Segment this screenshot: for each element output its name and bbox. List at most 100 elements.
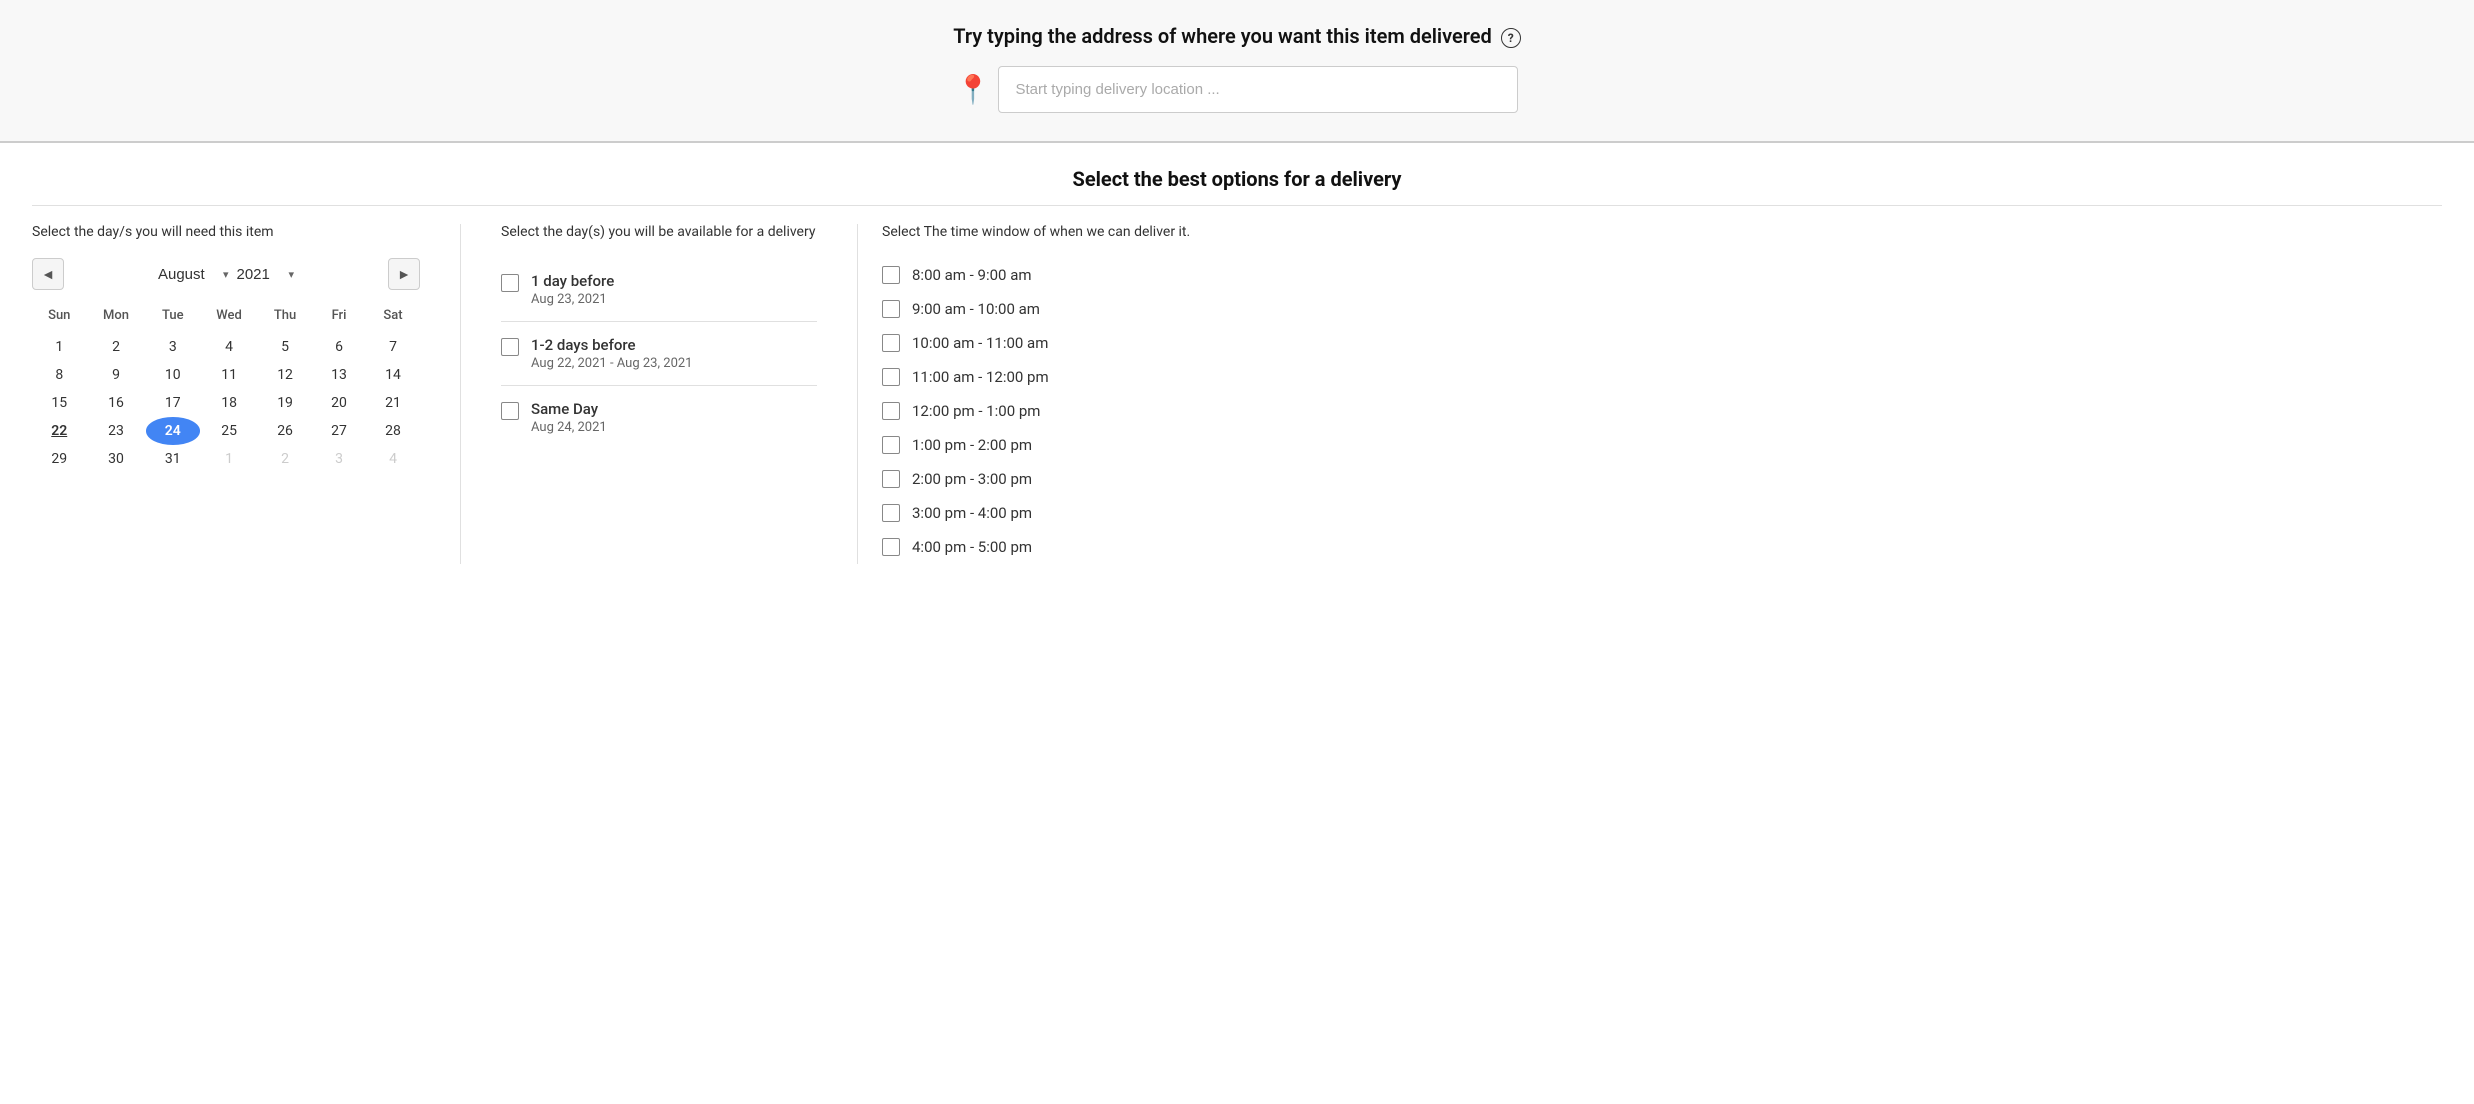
day-option: 1-2 days beforeAug 22, 2021 - Aug 23, 20… bbox=[501, 322, 817, 386]
time-options-container: 8:00 am - 9:00 am 9:00 am - 10:00 am 10:00… bbox=[882, 258, 2442, 564]
month-select-wrapper: August bbox=[158, 266, 229, 283]
calendar-day[interactable]: 10 bbox=[146, 361, 201, 389]
calendar-day[interactable]: 23 bbox=[87, 417, 146, 445]
calendar-day[interactable]: 13 bbox=[312, 361, 366, 389]
next-month-button[interactable]: ► bbox=[388, 258, 420, 290]
calendar-day[interactable]: 17 bbox=[146, 389, 201, 417]
section-title: Select the best options for a delivery bbox=[32, 167, 2442, 206]
calendar-day[interactable]: 14 bbox=[366, 361, 420, 389]
time-checkbox-4[interactable] bbox=[882, 402, 900, 420]
calendar-day[interactable]: 19 bbox=[258, 389, 312, 417]
calendar-day[interactable]: 4 bbox=[200, 333, 258, 361]
day-checkbox-day1[interactable] bbox=[501, 274, 519, 292]
location-row: 📍 bbox=[0, 66, 2474, 113]
days-column: Select the day(s) you will be available … bbox=[469, 224, 849, 564]
day-option-text: Same DayAug 24, 2021 bbox=[531, 400, 607, 435]
calendar-day[interactable]: 31 bbox=[146, 445, 201, 473]
calendar-day[interactable]: 26 bbox=[258, 417, 312, 445]
calendar-day[interactable]: 7 bbox=[366, 333, 420, 361]
day-checkbox-day2[interactable] bbox=[501, 338, 519, 356]
month-select[interactable]: August bbox=[158, 266, 221, 283]
day-option: Same DayAug 24, 2021 bbox=[501, 386, 817, 449]
calendar-day[interactable]: 16 bbox=[87, 389, 146, 417]
time-column: Select The time window of when we can de… bbox=[866, 224, 2442, 564]
calendar-day[interactable]: 2 bbox=[258, 445, 312, 473]
day-option-title: Same Day bbox=[531, 400, 607, 418]
calendar-week-row: 22232425262728 bbox=[32, 417, 420, 445]
day-option-title: 1-2 days before bbox=[531, 336, 692, 354]
year-select-wrapper: 2021 bbox=[237, 266, 295, 283]
time-checkbox-7[interactable] bbox=[882, 504, 900, 522]
calendar-day[interactable]: 11 bbox=[200, 361, 258, 389]
calendar-day[interactable]: 12 bbox=[258, 361, 312, 389]
columns-container: Select the day/s you will need this item… bbox=[32, 224, 2442, 564]
calendar-day[interactable]: 27 bbox=[312, 417, 366, 445]
calendar-day[interactable]: 4 bbox=[366, 445, 420, 473]
bottom-section: Select the best options for a delivery S… bbox=[0, 143, 2474, 596]
calendar-week-row: 891011121314 bbox=[32, 361, 420, 389]
calendar-day[interactable]: 20 bbox=[312, 389, 366, 417]
time-checkbox-5[interactable] bbox=[882, 436, 900, 454]
calendar-day[interactable]: 2 bbox=[87, 333, 146, 361]
calendar-day[interactable]: 29 bbox=[32, 445, 87, 473]
calendar-col-label: Select the day/s you will need this item bbox=[32, 224, 420, 240]
calendar-day[interactable]: 3 bbox=[146, 333, 201, 361]
top-title-text: Try typing the address of where you want… bbox=[953, 24, 1492, 48]
time-option: 2:00 pm - 3:00 pm bbox=[882, 462, 2442, 496]
day-option-text: 1 day beforeAug 23, 2021 bbox=[531, 272, 614, 307]
calendar-day[interactable]: 8 bbox=[32, 361, 87, 389]
prev-month-button[interactable]: ◄ bbox=[32, 258, 64, 290]
column-divider-2 bbox=[857, 224, 858, 564]
calendar-day[interactable]: 15 bbox=[32, 389, 87, 417]
calendar-week-row: 15161718192021 bbox=[32, 389, 420, 417]
calendar-day[interactable]: 28 bbox=[366, 417, 420, 445]
calendar-day[interactable]: 25 bbox=[200, 417, 258, 445]
time-checkbox-0[interactable] bbox=[882, 266, 900, 284]
calendar-day[interactable]: 1 bbox=[200, 445, 258, 473]
time-checkbox-8[interactable] bbox=[882, 538, 900, 556]
weekday-header: Sat bbox=[366, 302, 420, 333]
time-label: 1:00 pm - 2:00 pm bbox=[912, 436, 1032, 454]
time-checkbox-1[interactable] bbox=[882, 300, 900, 318]
top-title: Try typing the address of where you want… bbox=[0, 24, 2474, 48]
calendar-day[interactable]: 9 bbox=[87, 361, 146, 389]
time-option: 12:00 pm - 1:00 pm bbox=[882, 394, 2442, 428]
weekday-header: Thu bbox=[258, 302, 312, 333]
time-label: 12:00 pm - 1:00 pm bbox=[912, 402, 1040, 420]
time-option: 3:00 pm - 4:00 pm bbox=[882, 496, 2442, 530]
calendar-day[interactable]: 21 bbox=[366, 389, 420, 417]
location-input[interactable] bbox=[998, 66, 1518, 113]
help-icon[interactable]: ? bbox=[1501, 28, 1521, 48]
weekday-header: Mon bbox=[87, 302, 146, 333]
time-checkbox-2[interactable] bbox=[882, 334, 900, 352]
time-label: 8:00 am - 9:00 am bbox=[912, 266, 1032, 284]
calendar-day[interactable]: 24 bbox=[146, 417, 201, 445]
day-checkbox-day3[interactable] bbox=[501, 402, 519, 420]
calendar-day[interactable]: 22 bbox=[32, 417, 87, 445]
time-checkbox-6[interactable] bbox=[882, 470, 900, 488]
top-section: Try typing the address of where you want… bbox=[0, 0, 2474, 143]
calendar-week-row: 1234567 bbox=[32, 333, 420, 361]
weekday-header: Sun bbox=[32, 302, 87, 333]
weekday-header: Fri bbox=[312, 302, 366, 333]
calendar-day[interactable]: 3 bbox=[312, 445, 366, 473]
time-label: 11:00 am - 12:00 pm bbox=[912, 368, 1049, 386]
calendar-grid: SunMonTueWedThuFriSat 123456789101112131… bbox=[32, 302, 420, 473]
calendar-day[interactable]: 18 bbox=[200, 389, 258, 417]
calendar-day[interactable]: 1 bbox=[32, 333, 87, 361]
calendar-day[interactable]: 30 bbox=[87, 445, 146, 473]
time-option: 1:00 pm - 2:00 pm bbox=[882, 428, 2442, 462]
time-label: 10:00 am - 11:00 am bbox=[912, 334, 1048, 352]
time-col-label: Select The time window of when we can de… bbox=[882, 224, 2442, 240]
time-checkbox-3[interactable] bbox=[882, 368, 900, 386]
calendar-day[interactable]: 6 bbox=[312, 333, 366, 361]
day-option-date: Aug 23, 2021 bbox=[531, 292, 614, 307]
year-select[interactable]: 2021 bbox=[237, 266, 287, 283]
time-label: 9:00 am - 10:00 am bbox=[912, 300, 1040, 318]
day-option: 1 day beforeAug 23, 2021 bbox=[501, 258, 817, 322]
calendar-week-row: 2930311234 bbox=[32, 445, 420, 473]
calendar-day[interactable]: 5 bbox=[258, 333, 312, 361]
weekday-header: Wed bbox=[200, 302, 258, 333]
pin-icon: 📍 bbox=[956, 73, 991, 106]
calendar: ◄ August 2021 ► bbox=[32, 258, 420, 473]
